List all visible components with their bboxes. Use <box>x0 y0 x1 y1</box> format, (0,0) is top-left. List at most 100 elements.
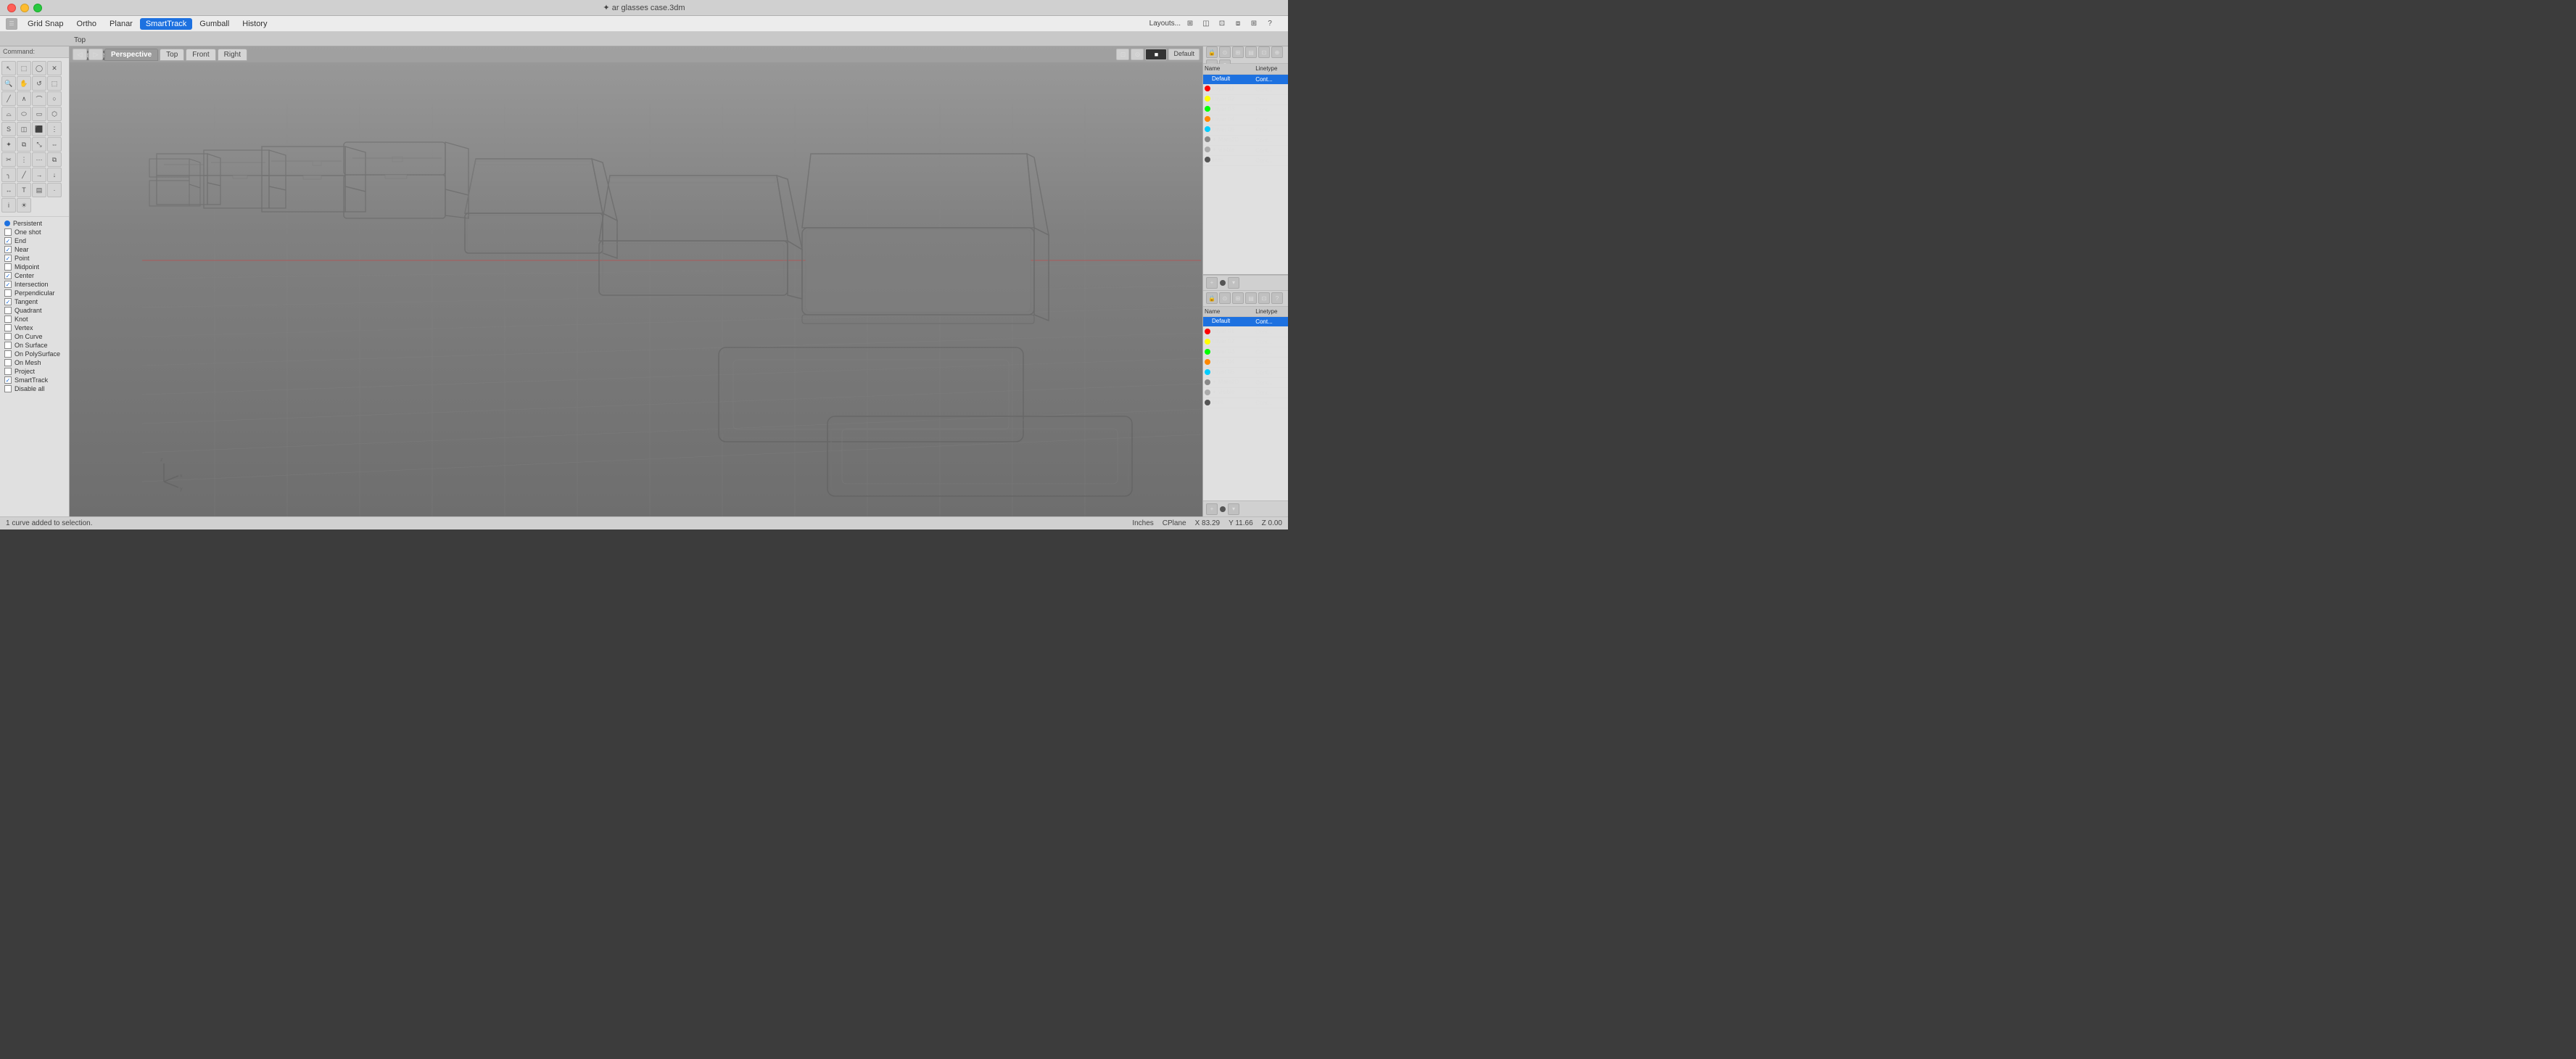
layer-row[interactable]: Default Cont... <box>1203 317 1288 327</box>
hatch-tool[interactable]: ▤ <box>32 183 46 197</box>
bottom-panel-icon-4[interactable]: ▤ <box>1245 292 1257 304</box>
lasso-tool[interactable]: ◯ <box>32 61 46 75</box>
polyline-tool[interactable]: ∧ <box>17 91 31 106</box>
offset-tool[interactable]: ⧉ <box>47 152 62 167</box>
mesh-tool[interactable]: ⋮ <box>47 122 62 136</box>
minimize-button[interactable] <box>20 4 29 12</box>
freeform-tool[interactable]: ⌒ <box>32 91 46 106</box>
osnap-checkbox-on-surface[interactable] <box>4 342 12 349</box>
split-tool[interactable]: ⋮ <box>17 152 31 167</box>
osnap-checkbox-end[interactable] <box>4 237 12 244</box>
deselect-tool[interactable]: ✕ <box>47 61 62 75</box>
right-panel-icon-1[interactable]: 🔒 <box>1206 46 1218 58</box>
maximize-button[interactable] <box>33 4 42 12</box>
bottom-panel-icon-3[interactable]: ⊞ <box>1232 292 1244 304</box>
zoom-window-tool[interactable]: ⬚ <box>47 76 62 91</box>
bottom-panel-icon-5[interactable]: ⊡ <box>1258 292 1270 304</box>
vp-nav-forward[interactable]: ▷ <box>88 49 103 60</box>
rotate-tool[interactable]: ↺ <box>32 76 46 91</box>
project-tool[interactable]: ↓ <box>47 168 62 182</box>
osnap-checkbox-point[interactable] <box>4 255 12 262</box>
layer-row[interactable]: Layer 04 Cont... <box>1203 358 1288 368</box>
menu-item-ortho[interactable]: Ortho <box>71 18 103 30</box>
panel-icon-6[interactable]: ? <box>1263 17 1276 30</box>
line-tool[interactable]: ╱ <box>1 91 16 106</box>
right-panel-icon-5[interactable]: ⊡ <box>1258 46 1270 58</box>
trim-tool[interactable]: ✂ <box>1 152 16 167</box>
curve-tool[interactable]: S <box>1 122 16 136</box>
add-layer-btn[interactable]: + <box>1206 277 1218 289</box>
chamfer-tool[interactable]: ╱ <box>17 168 31 182</box>
window-select-tool[interactable]: ⬚ <box>17 61 31 75</box>
select-tool[interactable]: ↖ <box>1 61 16 75</box>
scale-tool[interactable]: ⤡ <box>32 137 46 152</box>
osnap-checkbox-smarttrack[interactable] <box>4 376 12 384</box>
layer-row[interactable]: lines Cont... <box>1203 155 1288 165</box>
menu-item-smarttrack[interactable]: SmartTrack <box>140 18 192 30</box>
osnap-checkbox-disable-all[interactable] <box>4 385 12 392</box>
extend-tool[interactable]: → <box>32 168 46 182</box>
right-panel-icon-2[interactable]: ⊙ <box>1219 46 1231 58</box>
menu-item-history[interactable]: History <box>236 18 273 30</box>
layer-row[interactable]: ✦ visible Cont... <box>1203 145 1288 155</box>
panel-icon-5[interactable]: ⊞ <box>1247 17 1260 30</box>
rect-tool[interactable]: ▭ <box>32 107 46 121</box>
osnap-checkbox-intersection[interactable] <box>4 281 12 288</box>
shading-mode-icon[interactable]: ■ <box>1145 49 1167 60</box>
layer-settings-btn-bottom[interactable]: ▾ <box>1228 503 1239 515</box>
render-tool[interactable]: ☀ <box>17 198 31 213</box>
right-panel-icon-3[interactable]: ⊞ <box>1232 46 1244 58</box>
fillet-tool[interactable]: ╮ <box>1 168 16 182</box>
tab-right[interactable]: Right <box>218 49 247 61</box>
join-tool[interactable]: ⋯ <box>32 152 46 167</box>
zoom-extent-icon[interactable]: ⊡ <box>1116 49 1129 60</box>
menu-item-grid-snap[interactable]: Grid Snap <box>22 18 70 30</box>
close-button[interactable] <box>7 4 16 12</box>
layer-settings-btn[interactable]: ▾ <box>1228 277 1239 289</box>
osnap-checkbox-on-polysurface[interactable] <box>4 350 12 358</box>
tab-front[interactable]: Front <box>186 49 215 61</box>
arc-tool[interactable]: ⌓ <box>1 107 16 121</box>
vp-nav-back[interactable]: ◁ <box>73 49 87 60</box>
right-panel-icon-6[interactable]: ⊕ <box>1271 46 1283 58</box>
add-layer-btn-bottom[interactable]: + <box>1206 503 1218 515</box>
analyze-tool[interactable]: i <box>1 198 16 213</box>
osnap-checkbox-near[interactable] <box>4 246 12 253</box>
osnap-checkbox-project[interactable] <box>4 368 12 375</box>
layer-row[interactable]: ✦ visible Cont... <box>1203 388 1288 398</box>
mirror-tool[interactable]: ⇔ <box>47 137 62 152</box>
menu-item-planar[interactable]: Planar <box>104 18 139 30</box>
layer-row[interactable]: Layer 03 Cont... <box>1203 104 1288 115</box>
display-mode-button[interactable]: Default <box>1168 49 1200 60</box>
layer-row[interactable]: ✦ Maro2D Cont... <box>1203 378 1288 388</box>
layer-row[interactable]: Layer 01 Cont... <box>1203 84 1288 94</box>
bottom-panel-icon-1[interactable]: 🔒 <box>1206 292 1218 304</box>
layer-row[interactable]: lines Cont... <box>1203 398 1288 408</box>
layer-row[interactable]: Layer 04 Cont... <box>1203 115 1288 125</box>
osnap-checkbox-tangent[interactable] <box>4 298 12 305</box>
layer-row[interactable]: Layer 05 Cont... <box>1203 125 1288 135</box>
viewport[interactable]: x y z Perspective ◁ ▷ Perspective Top Fr… <box>70 46 1202 516</box>
dim-tool[interactable]: ↔ <box>1 183 16 197</box>
layer-row[interactable]: Layer 01 Cont... <box>1203 327 1288 337</box>
zoom-tool[interactable]: 🔍 <box>1 76 16 91</box>
osnap-checkbox-on-mesh[interactable] <box>4 359 12 366</box>
text-tool[interactable]: T <box>17 183 31 197</box>
layer-row[interactable]: Layer 03 Cont... <box>1203 347 1288 358</box>
layer-row[interactable]: ✦ Maro2D Cont... <box>1203 135 1288 145</box>
layer-row[interactable]: Default Cont... <box>1203 74 1288 84</box>
osnap-checkbox-knot[interactable] <box>4 316 12 323</box>
osnap-checkbox-midpoint[interactable] <box>4 263 12 271</box>
osnap-checkbox-vertex[interactable] <box>4 324 12 331</box>
panel-icon-2[interactable]: ◫ <box>1200 17 1213 30</box>
panel-icon-4[interactable]: ⧈ <box>1231 17 1244 30</box>
point-tool[interactable]: · <box>47 183 62 197</box>
zoom-selected-icon[interactable]: ⊙ <box>1131 49 1144 60</box>
bottom-panel-icon-6[interactable]: ? <box>1271 292 1283 304</box>
panel-icon-3[interactable]: ⊡ <box>1215 17 1229 30</box>
menu-item-gumball[interactable]: Gumball <box>194 18 235 30</box>
layer-row[interactable]: Layer 02 Cont... <box>1203 337 1288 347</box>
osnap-checkbox-on-curve[interactable] <box>4 333 12 340</box>
osnap-checkbox-perpendicular[interactable] <box>4 289 12 297</box>
tab-perspective[interactable]: Perspective <box>104 49 158 61</box>
